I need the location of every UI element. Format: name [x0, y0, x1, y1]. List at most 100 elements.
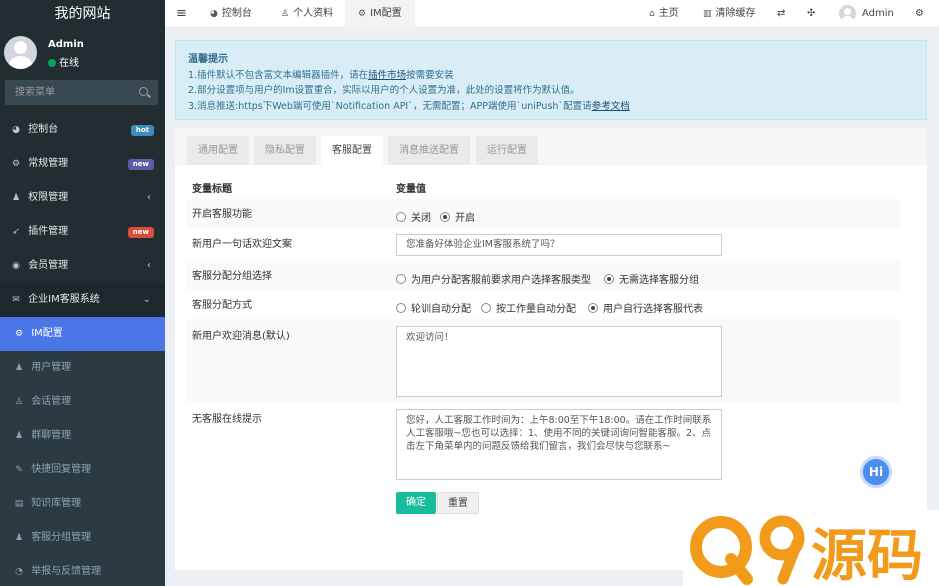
site-logo[interactable]: 我的网站 [0, 0, 165, 30]
radio-require-group[interactable]: 为用户分配客服前要求用户选择客服类型 [396, 271, 591, 286]
main-content: 温馨提示 1.插件默认不包含富文本编辑器插件，请在插件市场按需要安装 2.部分设… [165, 29, 939, 586]
welcome-text-input[interactable]: 您准备好体验企业IM客服系统了吗？ [396, 234, 722, 256]
book-icon: ▤ [14, 499, 24, 509]
sidebar-item-im-system[interactable]: ✉ 企业IM客服系统 ⌄ [0, 283, 165, 317]
callout-line-2: 2.部分设置项与用户的Im设置重合，实际以用户的个人设置为准，此处的设置将作为默… [188, 85, 580, 96]
sidebar-item-im-config[interactable]: ⚙ IM配置 [0, 317, 165, 351]
user-panel: Admin 在线 [4, 36, 162, 72]
sidebar-item-label: 插件管理 [28, 226, 69, 237]
tab-profile[interactable]: ♙ 个人资料 [271, 0, 343, 28]
tab-privacy-config[interactable]: 隐私配置 [254, 136, 316, 165]
tips-callout: 温馨提示 1.插件默认不包含富文本编辑器插件，请在插件市场按需要安装 2.部分设… [175, 40, 927, 120]
sidebar: 我的网站 Admin 在线 ◕ 控制台 hot ⚙ 常规管理 new ♟ 权限管… [0, 0, 165, 586]
radio-no-group[interactable]: 无需选择客服分组 [604, 271, 699, 286]
top-navbar: ≡ ◕ 控制台 ♙ 个人资料 ⚙ IM配置 ⌂ 主页 ▥ 清除缓存 ⇄ ✣ Admin ⚙ [165, 0, 939, 28]
radio-icon [396, 212, 406, 222]
table-row: 开启客服功能 关闭 开启 [186, 199, 900, 228]
menu-toggle-icon[interactable]: ≡ [176, 0, 187, 28]
user-name: Admin [48, 39, 84, 50]
config-panel: 通用配置 隐私配置 客服配置 消息推送配置 运行配置 变量标题 变量值 开启客服… [175, 128, 927, 570]
sidebar-item-members[interactable]: ◉ 会员管理 ‹ [0, 249, 165, 283]
row-label: 开启客服功能 [192, 209, 252, 220]
cogs-icon: ⚙ [14, 329, 24, 339]
sidebar-item-label: 快捷回复管理 [31, 464, 92, 475]
settings-gear-icon[interactable]: ⚙ [915, 0, 924, 28]
home-link[interactable]: ⌂ 主页 [649, 0, 679, 28]
tab-general-config[interactable]: 通用配置 [187, 136, 249, 165]
sidebar-item-reports[interactable]: ◔ 举报与反馈管理 [0, 555, 165, 586]
hot-badge: hot [130, 125, 154, 136]
sidebar-item-knowledge-base[interactable]: ▤ 知识库管理 [0, 487, 165, 521]
sidebar-item-permissions[interactable]: ♟ 权限管理 ‹ [0, 181, 165, 215]
sidebar-item-plugins[interactable]: ➶ 插件管理 new [0, 215, 165, 249]
callout-line-3: 3.消息推送:https下Web端可使用`Notification API`，无… [188, 100, 630, 112]
chevron-left-icon: ‹ [147, 260, 151, 271]
row-label: 新用户欢迎消息(默认) [192, 331, 290, 342]
sidebar-item-label: 会话管理 [31, 396, 72, 407]
watermark-logo: 源码 [683, 510, 939, 586]
sidebar-item-sessions[interactable]: ♙ 会话管理 [0, 385, 165, 419]
radio-enable-cs[interactable]: 开启 [440, 209, 475, 224]
radio-user-choose[interactable]: 用户自行选择客服代表 [588, 300, 703, 315]
user-circle-icon: ◉ [12, 261, 20, 271]
tab-dashboard[interactable]: ◕ 控制台 [200, 0, 262, 28]
tab-runtime-config[interactable]: 运行配置 [476, 136, 538, 165]
reset-button[interactable]: 重置 [437, 492, 479, 514]
online-dot-icon [48, 59, 56, 67]
radio-round-robin[interactable]: 轮训自动分配 [396, 300, 471, 315]
reference-doc-link[interactable]: 参考文档 [592, 101, 630, 112]
fullscreen-icon[interactable]: ✣ [807, 0, 815, 28]
radio-icon [396, 303, 406, 313]
welcome-message-textarea[interactable]: 欢迎访问！ [396, 326, 722, 397]
radio-checked-icon [440, 212, 450, 222]
sidebar-item-quick-replies[interactable]: ✎ 快捷回复管理 [0, 453, 165, 487]
sidebar-item-user-management[interactable]: ♟ 用户管理 [0, 351, 165, 385]
users-icon: ♟ [14, 533, 24, 543]
tab-im-config[interactable]: ⚙ IM配置 [345, 0, 415, 28]
translate-icon[interactable]: ⇄ [777, 0, 785, 28]
comments-icon: ✉ [12, 295, 20, 305]
table-row: 客服分配分组选择 为用户分配客服前要求用户选择客服类型 无需选择客服分组 [186, 261, 900, 290]
sidebar-item-cs-groups[interactable]: ♟ 客服分组管理 [0, 521, 165, 555]
user-icon: ♙ [281, 9, 290, 19]
rocket-icon: ➶ [12, 227, 20, 237]
new-badge: new [127, 227, 154, 238]
tab-push-config[interactable]: 消息推送配置 [388, 136, 470, 165]
offline-tip-textarea[interactable]: 您好，人工客服工作时间为：上午8:00至下午18:00。请在工作时间联系人工客服… [396, 409, 722, 480]
table-row: 新用户欢迎消息(默认) 欢迎访问！ [186, 319, 900, 402]
pencil-icon: ✎ [15, 465, 23, 475]
sidebar-item-group-chats[interactable]: ♟ 群聊管理 [0, 419, 165, 453]
rss-icon: ◔ [15, 567, 23, 577]
radio-by-workload[interactable]: 按工作量自动分配 [481, 300, 576, 315]
column-header-title: 变量标题 [192, 184, 232, 195]
radio-checked-icon [604, 274, 614, 284]
search-icon[interactable] [139, 87, 148, 96]
sidebar-item-label: 用户管理 [31, 362, 72, 373]
row-label: 客服分配方式 [192, 300, 252, 311]
sidebar-item-dashboard[interactable]: ◕ 控制台 hot [0, 113, 165, 147]
confirm-button[interactable]: 确定 [396, 492, 436, 514]
radio-disable-cs[interactable]: 关闭 [396, 209, 431, 224]
search-input[interactable] [5, 80, 130, 105]
dashboard-icon: ◕ [210, 9, 218, 19]
trash-icon: ▥ [703, 9, 712, 19]
sidebar-item-label: 会员管理 [28, 260, 69, 271]
cogs-icon: ⚙ [11, 159, 21, 169]
tab-cs-config[interactable]: 客服配置 [321, 136, 383, 165]
plugin-market-link[interactable]: 插件市场 [368, 70, 406, 81]
admin-menu[interactable]: Admin [839, 0, 894, 28]
radio-icon [396, 274, 406, 284]
new-badge: new [127, 159, 154, 170]
watermark-logo-icon: 源码 [690, 515, 923, 585]
clear-cache-button[interactable]: ▥ 清除缓存 [703, 0, 756, 28]
sidebar-item-label: 群聊管理 [31, 430, 72, 441]
sidebar-menu: ◕ 控制台 hot ⚙ 常规管理 new ♟ 权限管理 ‹ ➶ 插件管理 new… [0, 113, 165, 586]
user-icon: ♙ [14, 397, 24, 407]
chat-widget-button[interactable]: Hi [860, 456, 892, 488]
users-icon: ♟ [14, 363, 24, 373]
sidebar-item-label: 权限管理 [28, 192, 69, 203]
sidebar-item-general[interactable]: ⚙ 常规管理 new [0, 147, 165, 181]
callout-line-1: 1.插件默认不包含富文本编辑器插件，请在插件市场按需要安装 [188, 69, 454, 81]
group-icon: ♟ [11, 193, 21, 203]
radio-icon [481, 303, 491, 313]
